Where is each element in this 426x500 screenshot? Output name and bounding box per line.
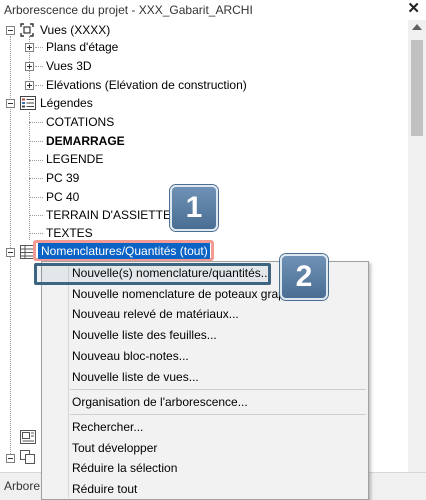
scrollbar-thumb[interactable]	[411, 40, 423, 136]
callout-highlight-box	[34, 263, 271, 285]
tree-node-floor-plans[interactable]: Plans d'étage	[46, 38, 118, 56]
tree-node-3d-views[interactable]: Vues 3D	[46, 57, 92, 75]
callout-badge: 2	[280, 254, 328, 300]
tree-node-elevations[interactable]: Elévations (Elévation de construction)	[46, 76, 247, 94]
schedule-icon	[20, 245, 34, 262]
tree-guide-line	[29, 215, 43, 216]
menu-item-new-view-list[interactable]: Nouvelle liste de vues...	[72, 367, 199, 387]
tree-guide-line	[29, 122, 43, 123]
tree-guide-line	[35, 66, 43, 67]
tree-node-legend-item[interactable]: TERRAIN D'ASSIETTE	[46, 206, 171, 224]
tree-node-views[interactable]: Vues (XXXX)	[40, 21, 110, 39]
tree-node-legend-item[interactable]: DEMARRAGE	[46, 132, 125, 150]
families-icon	[20, 450, 36, 467]
tree-guide-line	[29, 112, 30, 240]
expand-icon[interactable]	[25, 81, 34, 90]
tree-node-legend-item[interactable]: LEGENDE	[46, 150, 103, 168]
tree-guide-line	[29, 141, 43, 142]
collapse-icon[interactable]	[6, 454, 15, 463]
tree-guide-line	[29, 233, 43, 234]
menu-item-collapse-selection[interactable]: Réduire la sélection	[72, 458, 177, 478]
panel-title-bar: Arborescence du projet - XXX_Gabarit_ARC…	[0, 0, 426, 20]
collapse-icon[interactable]	[6, 248, 15, 257]
menu-item-search[interactable]: Rechercher...	[72, 417, 143, 437]
views-icon	[20, 23, 34, 40]
menu-item-new-note-block[interactable]: Nouveau bloc-notes...	[72, 346, 189, 366]
collapse-icon[interactable]	[6, 26, 15, 35]
scroll-up-icon[interactable]	[412, 24, 422, 30]
tree-guide-line	[29, 160, 43, 161]
tree-node-schedules[interactable]: Nomenclatures/Quantités (tout)	[41, 242, 208, 260]
callout-badge: 1	[170, 185, 218, 231]
menu-item-expand-all[interactable]: Tout développer	[72, 438, 157, 458]
menu-item-browser-organization[interactable]: Organisation de l'arborescence...	[72, 392, 248, 412]
expand-icon[interactable]	[25, 43, 34, 52]
menu-separator	[70, 414, 366, 415]
tree-guide-line	[29, 197, 43, 198]
sheet-icon	[20, 430, 36, 447]
tree-node-legend-item[interactable]: COTATIONS	[46, 113, 114, 131]
vertical-scrollbar[interactable]	[408, 20, 426, 472]
tree-guide-line	[35, 85, 43, 86]
tree-node-legend-item[interactable]: PC 40	[46, 188, 79, 206]
tree-guide-line	[29, 178, 43, 179]
menu-item-new-sheet-list[interactable]: Nouvelle liste des feuilles...	[72, 325, 217, 345]
tree-node-legend-item[interactable]: PC 39	[46, 169, 79, 187]
collapse-icon[interactable]	[6, 99, 15, 108]
browser-tab-label[interactable]: Arbore	[4, 479, 40, 493]
expand-icon[interactable]	[25, 62, 34, 71]
close-icon[interactable]: ✕	[407, 1, 420, 17]
tree-guide-line	[35, 47, 43, 48]
panel-title: Arborescence du projet - XXX_Gabarit_ARC…	[4, 3, 253, 17]
menu-item-new-material-takeoff[interactable]: Nouveau relevé de matériaux...	[72, 304, 239, 324]
legend-icon	[20, 96, 36, 113]
menu-icon-gutter	[68, 263, 69, 498]
menu-separator	[70, 389, 366, 390]
menu-item-collapse-all[interactable]: Réduire tout	[72, 479, 137, 499]
tree-node-legends[interactable]: Légendes	[40, 94, 93, 112]
